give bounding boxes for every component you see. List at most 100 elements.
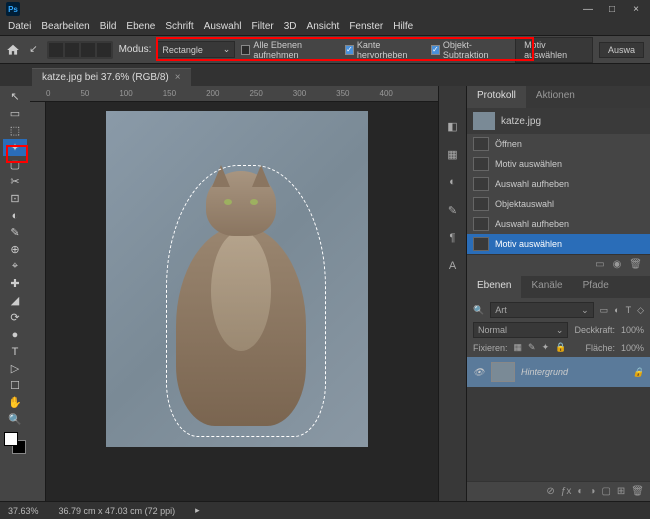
menu-item[interactable]: Datei: [8, 21, 31, 32]
brush-panel-icon[interactable]: ✎: [445, 202, 461, 218]
gradient-tool[interactable]: ◢: [3, 292, 27, 309]
group-icon[interactable]: ▢: [601, 486, 610, 497]
history-item[interactable]: Motiv auswählen: [467, 154, 650, 174]
color-swatch[interactable]: [4, 432, 26, 454]
adjustments-panel-icon[interactable]: ◐: [445, 174, 461, 190]
close-button[interactable]: ×: [628, 4, 644, 15]
select-subject-button[interactable]: Motiv auswählen: [515, 37, 593, 63]
mask-icon[interactable]: ◐: [577, 486, 583, 497]
filter-icon[interactable]: ◇: [637, 305, 644, 316]
mode-select[interactable]: Rectangle⌄: [157, 41, 235, 58]
close-tab-icon[interactable]: ×: [175, 72, 181, 83]
checkbox-subtraction[interactable]: ✓Objekt-Subtraktion: [431, 40, 509, 60]
trash-icon[interactable]: 🗑: [631, 486, 644, 497]
document-canvas[interactable]: [106, 111, 368, 447]
lock-icon: 🔒: [633, 367, 644, 378]
character-panel-icon[interactable]: A: [445, 258, 461, 274]
marquee-tool[interactable]: ▭: [3, 105, 27, 122]
lock-icon[interactable]: 🔒: [555, 342, 566, 353]
history-source[interactable]: katze.jpg: [467, 108, 650, 134]
checkbox-all-layers[interactable]: Alle Ebenen aufnehmen: [241, 40, 338, 60]
color-panel-icon[interactable]: ◧: [445, 118, 461, 134]
healing-tool[interactable]: ◐: [3, 207, 27, 224]
move-tool[interactable]: ↖: [3, 88, 27, 105]
frame-tool[interactable]: ✂: [3, 173, 27, 190]
menu-item[interactable]: Ansicht: [307, 21, 340, 32]
tab-layers[interactable]: Ebenen: [467, 276, 521, 298]
menu-item[interactable]: Auswahl: [204, 21, 242, 32]
blend-mode-select[interactable]: Normal⌄: [473, 322, 568, 338]
fx-icon[interactable]: ƒx: [561, 486, 572, 497]
filter-icon[interactable]: ◐: [614, 305, 619, 315]
lock-icon[interactable]: ✦: [542, 342, 550, 353]
history-item[interactable]: Auswahl aufheben: [467, 214, 650, 234]
crop-tool[interactable]: ▢: [3, 156, 27, 173]
menu-item[interactable]: Ebene: [126, 21, 155, 32]
swatches-panel-icon[interactable]: ▦: [445, 146, 461, 162]
document-tab[interactable]: katze.jpg bei 37.6% (RGB/8) ×: [32, 68, 191, 86]
menu-bar: Datei Bearbeiten Bild Ebene Schrift Ausw…: [0, 18, 650, 36]
checkbox-edge[interactable]: ✓Kante hervorheben: [345, 40, 425, 60]
fill-value[interactable]: 100%: [621, 343, 644, 353]
layer-filter-select[interactable]: Art⌄: [490, 302, 593, 318]
filter-icon[interactable]: T: [626, 305, 632, 315]
history-item[interactable]: Auswahl aufheben: [467, 174, 650, 194]
mode-label: Modus:: [119, 44, 152, 55]
history-item[interactable]: Objektauswahl: [467, 194, 650, 214]
menu-item[interactable]: Filter: [252, 21, 274, 32]
selection-mode-group[interactable]: [47, 41, 113, 59]
pen-tool[interactable]: ▷: [3, 360, 27, 377]
trash-icon[interactable]: 🗑: [629, 259, 642, 270]
history-brush-tool[interactable]: ⌖: [3, 258, 27, 275]
adjustment-icon[interactable]: ◑: [589, 486, 595, 497]
stamp-tool[interactable]: ⊕: [3, 241, 27, 258]
lock-icon[interactable]: ✎: [528, 342, 536, 353]
visibility-icon[interactable]: 👁: [473, 367, 485, 378]
menu-item[interactable]: Hilfe: [393, 21, 413, 32]
lasso-tool[interactable]: ⬚: [3, 122, 27, 139]
link-icon[interactable]: ⊘: [546, 486, 554, 497]
paragraph-panel-icon[interactable]: ¶: [445, 230, 461, 246]
tab-actions[interactable]: Aktionen: [526, 86, 585, 108]
select-button[interactable]: Auswa: [599, 42, 644, 58]
home-icon[interactable]: [6, 42, 20, 58]
layer-name: Hintergrund: [521, 367, 568, 377]
blur-tool[interactable]: ⟳: [3, 309, 27, 326]
menu-item[interactable]: 3D: [284, 21, 297, 32]
shape-tool[interactable]: ☐: [3, 377, 27, 394]
tab-history[interactable]: Protokoll: [467, 86, 526, 108]
snapshot-icon[interactable]: ▭: [595, 259, 604, 270]
zoom-tool[interactable]: 🔍: [3, 411, 27, 428]
eraser-tool[interactable]: ✚: [3, 275, 27, 292]
status-bar: 37.63% 36.79 cm x 47.03 cm (72 ppi) ▸: [0, 501, 650, 519]
maximize-button[interactable]: □: [604, 4, 620, 15]
zoom-level[interactable]: 37.63%: [8, 506, 39, 516]
menu-item[interactable]: Fenster: [349, 21, 383, 32]
selection-marquee: [166, 165, 326, 437]
minimize-button[interactable]: —: [580, 4, 596, 15]
layer-row[interactable]: 👁 Hintergrund 🔒: [467, 357, 650, 387]
search-icon: 🔍: [473, 305, 484, 316]
chevron-icon[interactable]: ▸: [195, 505, 200, 516]
object-selection-tool[interactable]: ✦: [3, 139, 27, 156]
dodge-tool[interactable]: ●: [3, 326, 27, 343]
filter-icon[interactable]: ▭: [600, 305, 609, 316]
history-item[interactable]: Öffnen: [467, 134, 650, 154]
tab-paths[interactable]: Pfade: [573, 276, 619, 298]
history-item[interactable]: Motiv auswählen: [467, 234, 650, 254]
menu-item[interactable]: Schrift: [165, 21, 193, 32]
tab-channels[interactable]: Kanäle: [521, 276, 572, 298]
eyedropper-tool[interactable]: ⊡: [3, 190, 27, 207]
hand-tool[interactable]: ✋: [3, 394, 27, 411]
opacity-value[interactable]: 100%: [621, 325, 644, 335]
menu-item[interactable]: Bearbeiten: [41, 21, 89, 32]
menu-item[interactable]: Bild: [100, 21, 117, 32]
arrow-icon[interactable]: ↙: [26, 42, 40, 58]
camera-icon[interactable]: ◉: [613, 259, 622, 270]
lock-icon[interactable]: ▦: [514, 342, 523, 353]
new-layer-icon[interactable]: ⊞: [617, 486, 625, 497]
canvas-area[interactable]: 050100150200250300350400: [30, 86, 438, 501]
document-dimensions: 36.79 cm x 47.03 cm (72 ppi): [59, 506, 176, 516]
brush-tool[interactable]: ✎: [3, 224, 27, 241]
type-tool[interactable]: T: [3, 343, 27, 360]
